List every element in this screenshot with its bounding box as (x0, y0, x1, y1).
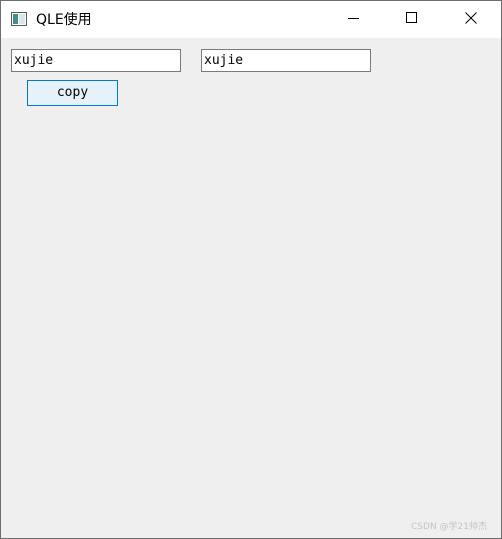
close-icon (465, 11, 477, 29)
target-line-edit[interactable] (201, 49, 371, 72)
minimize-button[interactable] (331, 1, 377, 38)
minimize-icon (348, 11, 360, 29)
title-bar[interactable]: QLE使用 (1, 1, 501, 38)
window-title: QLE使用 (36, 12, 92, 28)
window-app-icon (11, 12, 27, 26)
copy-button[interactable]: copy (27, 80, 118, 106)
close-button[interactable] (448, 1, 494, 38)
source-line-edit[interactable] (11, 49, 181, 72)
maximize-icon (406, 11, 418, 29)
main-window: QLE使用 copy CSDN @学21帅杰 (0, 0, 502, 539)
watermark-text: CSDN @学21帅杰 (411, 522, 487, 532)
maximize-button[interactable] (389, 1, 435, 38)
